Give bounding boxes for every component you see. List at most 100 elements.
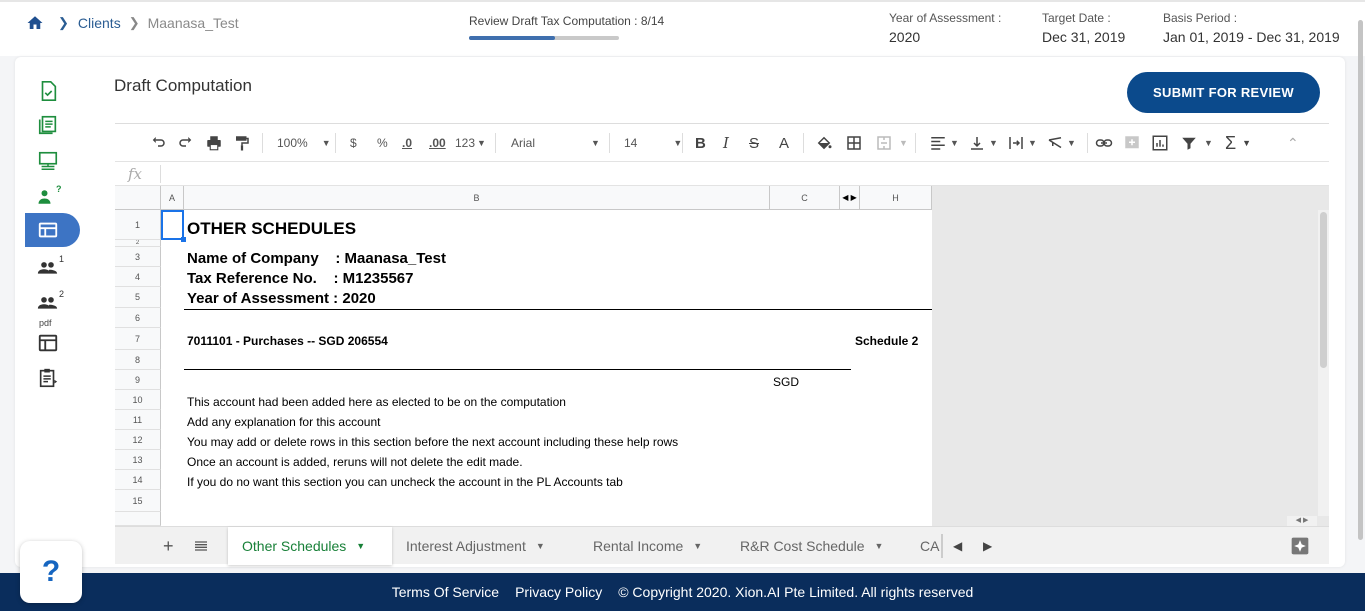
percent-button[interactable]: % [377, 124, 388, 162]
sidebar-item-structure[interactable] [25, 144, 81, 178]
corner-cell[interactable] [115, 186, 161, 210]
insert-link-button[interactable] [1095, 124, 1113, 162]
row-header[interactable]: 1 [115, 210, 161, 240]
add-sheet-button[interactable]: + [163, 527, 174, 565]
collapse-toolbar-button[interactable]: ⌃ [1287, 124, 1299, 162]
cell-schedule[interactable]: Schedule 2 [855, 334, 918, 348]
sidebar-item-computation[interactable] [25, 213, 80, 247]
privacy-policy-link[interactable]: Privacy Policy [515, 584, 602, 600]
row-header[interactable]: 4 [115, 267, 161, 287]
cell-year-of-assessment[interactable]: Year of Assessment : 2020 [187, 290, 376, 307]
row-header[interactable]: 5 [115, 287, 161, 308]
cell-account[interactable]: 7011101 - Purchases -- SGD 206554 [187, 334, 388, 348]
row-header[interactable]: 6 [115, 308, 161, 328]
page-title: Draft Computation [114, 76, 252, 95]
row-header[interactable]: 2 [115, 240, 161, 247]
column-header-a[interactable]: A [161, 186, 184, 210]
explore-button[interactable] [1290, 527, 1310, 565]
row-header[interactable]: 11 [115, 410, 161, 430]
tab-ca[interactable]: CA [906, 527, 940, 565]
number-format-select[interactable]: 123 ▼ [455, 124, 486, 162]
bold-button[interactable]: B [695, 124, 706, 162]
filter-button[interactable]: ▼ [1180, 124, 1213, 162]
print-button[interactable] [205, 124, 223, 162]
tab-interest-adjustment[interactable]: Interest Adjustment ▼ [392, 527, 562, 565]
italic-button[interactable]: I [723, 124, 729, 162]
increase-decimal-button[interactable]: .00 [429, 124, 446, 162]
zoom-select[interactable]: 100% ▼ [277, 124, 331, 162]
column-header-c[interactable]: C [770, 186, 840, 210]
merge-cells-button[interactable]: ▼ [875, 124, 908, 162]
tab-scroll-left-button[interactable]: ◀ [953, 527, 962, 565]
column-header-b[interactable]: B [184, 186, 770, 210]
row-header[interactable]: 8 [115, 350, 161, 370]
row-header[interactable]: 9 [115, 370, 161, 390]
cell-company-name[interactable]: Name of Company : Maanasa_Test [187, 250, 446, 267]
horizontal-scroll-arrows[interactable]: ◀ ▶ [1287, 516, 1317, 526]
hidden-columns-toggle[interactable]: ◀ ▶ [840, 186, 860, 210]
row-header[interactable]: 14 [115, 470, 161, 490]
cell-note[interactable]: This account had been added here as elec… [187, 395, 566, 409]
row-number: 12 [132, 434, 143, 445]
selected-cell[interactable] [161, 210, 186, 242]
sidebar-item-clipboard[interactable] [25, 361, 81, 395]
tab-rental-income[interactable]: Rental Income ▼ [579, 527, 719, 565]
text-color-button[interactable]: A [779, 124, 789, 162]
row-header[interactable]: 12 [115, 430, 161, 450]
sidebar-item-group-1[interactable]: 1 [25, 250, 81, 284]
currency-button[interactable]: $ [350, 124, 357, 162]
tab-rr-cost-schedule[interactable]: R&R Cost Schedule ▼ [726, 527, 906, 565]
text-rotation-button[interactable]: ▼ [1046, 124, 1076, 162]
fill-color-button[interactable] [815, 124, 833, 162]
undo-button[interactable] [149, 124, 167, 162]
row-header[interactable]: 7 [115, 328, 161, 350]
home-icon[interactable] [26, 14, 44, 32]
terms-of-service-link[interactable]: Terms Of Service [392, 584, 499, 600]
borders-button[interactable] [845, 124, 863, 162]
text-wrap-button[interactable]: ▼ [1007, 124, 1037, 162]
sidebar-superscript: 2 [59, 289, 65, 299]
insert-chart-button[interactable] [1151, 124, 1169, 162]
breadcrumb-clients-link[interactable]: Clients [78, 15, 121, 31]
sidebar-item-documents[interactable] [25, 108, 81, 142]
help-button[interactable]: ? [20, 541, 82, 603]
cell-note[interactable]: Add any explanation for this account [187, 415, 380, 429]
row-header[interactable]: 10 [115, 390, 161, 410]
page-scrollbar[interactable] [1357, 20, 1365, 540]
cell-note[interactable]: You may add or delete rows in this secti… [187, 435, 678, 449]
font-size-select[interactable]: 14 ▼ [624, 124, 682, 162]
all-sheets-button[interactable] [193, 527, 209, 565]
decrease-decimal-button[interactable]: .0 [402, 124, 412, 162]
cell-note[interactable]: If you do no want this section you can u… [187, 475, 623, 489]
row-header[interactable]: 15 [115, 490, 161, 512]
font-family-select[interactable]: Arial ▼ [511, 124, 600, 162]
insert-comment-button[interactable] [1123, 124, 1141, 162]
vertical-scrollbar[interactable] [1318, 210, 1329, 516]
row-header[interactable]: 13 [115, 450, 161, 470]
sidebar-item-review[interactable] [25, 74, 81, 108]
merge-cells-icon [877, 136, 891, 150]
page-scrollbar-thumb[interactable] [1358, 20, 1363, 540]
cell-note[interactable]: Once an account is added, reruns will no… [187, 455, 523, 469]
align-horizontal-button[interactable]: ▼ [929, 124, 959, 162]
strikethrough-button[interactable]: S [749, 124, 759, 162]
row-header[interactable]: 3 [115, 247, 161, 267]
formula-input[interactable] [165, 162, 1329, 186]
row-header[interactable] [115, 512, 161, 526]
cell-currency[interactable]: SGD [773, 375, 799, 389]
submit-for-review-button[interactable]: SUBMIT FOR REVIEW [1127, 72, 1320, 113]
person-question-icon [38, 190, 51, 204]
sidebar-item-pdf[interactable]: pdf [25, 318, 81, 360]
sidebar-item-queries[interactable]: ? [25, 180, 81, 214]
scrollbar-thumb[interactable] [1320, 212, 1327, 368]
tab-scroll-right-button[interactable]: ▶ [983, 527, 992, 565]
cell-heading[interactable]: OTHER SCHEDULES [187, 219, 356, 239]
paint-format-button[interactable] [233, 124, 251, 162]
redo-button[interactable] [177, 124, 195, 162]
sidebar-item-group-2[interactable]: 2 [25, 285, 81, 319]
tab-other-schedules[interactable]: Other Schedules ▼ [228, 527, 392, 565]
align-vertical-button[interactable]: ▼ [968, 124, 998, 162]
functions-button[interactable]: Σ ▼ [1225, 124, 1251, 162]
cell-tax-reference[interactable]: Tax Reference No. : M1235567 [187, 270, 414, 287]
column-header-h[interactable]: H [860, 186, 932, 210]
